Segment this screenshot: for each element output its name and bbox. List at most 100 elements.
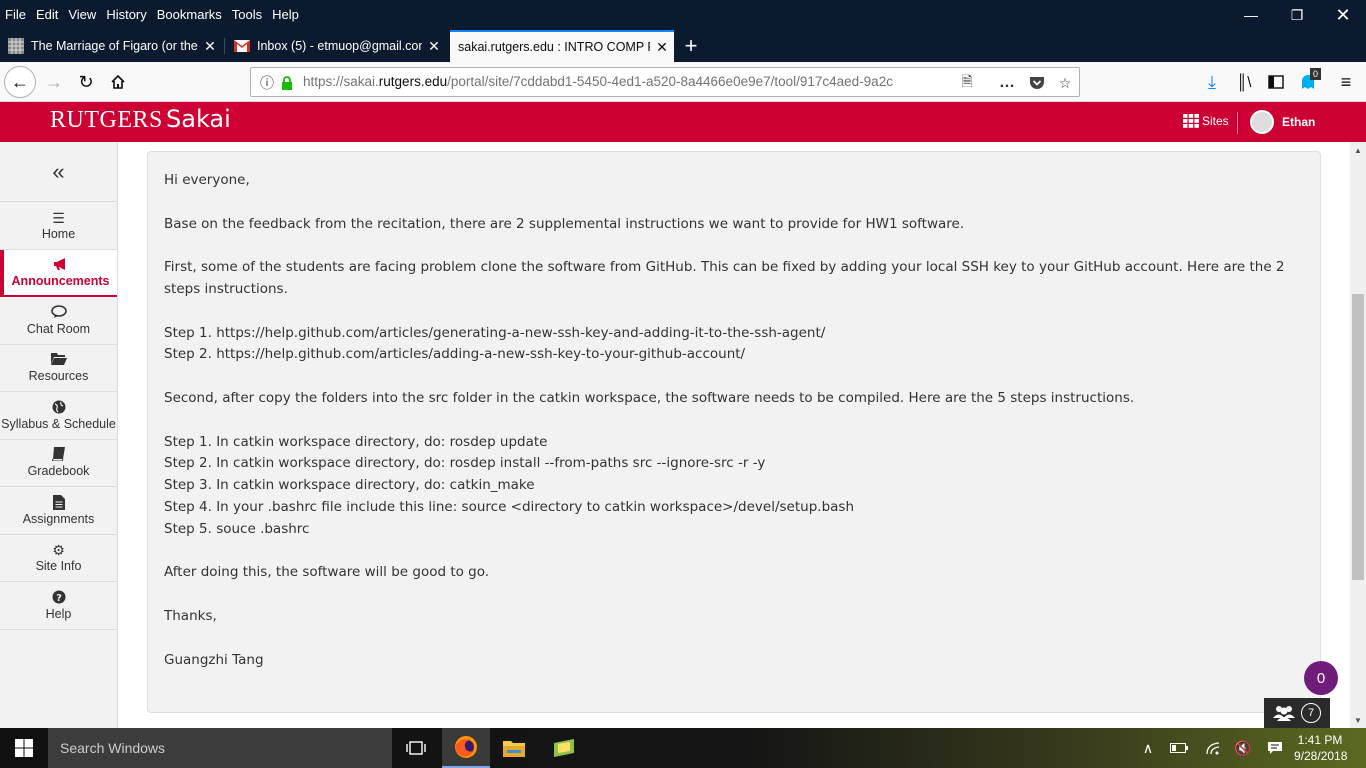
windows-logo-icon [15,739,33,757]
tab-sakai[interactable]: sakai.rutgers.edu : INTRO COMP RO ✕ [450,30,674,62]
battery-icon[interactable] [1168,728,1190,768]
second-step-2: Step 2. In catkin workspace directory, d… [164,455,766,472]
reader-view-icon[interactable]: 🗎 [957,73,977,93]
bookmark-star-icon[interactable]: ☆ [1055,73,1075,93]
file-explorer-button[interactable] [490,728,538,768]
forward-button[interactable]: → [38,66,70,98]
menu-file[interactable]: File [0,5,31,25]
hamburger-icon: ≡ [1340,71,1352,92]
scroll-thumb[interactable] [1352,294,1364,580]
sidebar-item-home[interactable]: ☰ Home [0,202,117,250]
presence-widget[interactable]: 7 [1264,698,1330,728]
action-center-icon[interactable] [1264,728,1286,768]
menu-help[interactable]: Help [267,5,304,25]
page-scrollbar[interactable]: ▲ ▼ [1350,142,1366,728]
tool-sidebar: « ☰ Home Announcements Chat Room Resourc… [0,142,118,728]
start-button[interactable] [0,728,48,768]
tray-expand-icon[interactable]: ∧ [1138,728,1158,768]
tab-close-icon[interactable]: ✕ [198,38,222,55]
announcement-text: Hi everyone, Base on the feedback from t… [164,170,1304,671]
presence-count: 7 [1301,703,1321,723]
chat-icon [50,304,67,322]
menu-tools[interactable]: Tools [227,5,267,25]
info-icon[interactable]: ⓘ [257,73,277,93]
taskbar-search[interactable]: Search Windows [48,728,392,768]
menu-bookmarks[interactable]: Bookmarks [152,5,227,25]
url-text[interactable]: https://sakai.rutgers.edu/portal/site/7c… [303,74,923,89]
gear-icon: ⚙ [52,542,65,559]
sidebar-icon [1268,75,1284,89]
app-icon [554,739,574,757]
arrow-right-icon: → [45,71,63,92]
tab-close-icon[interactable]: ✕ [650,39,674,56]
sidebar-item-gradebook[interactable]: Gradebook [0,440,117,487]
sidebar-item-chat-room[interactable]: Chat Room [0,297,117,345]
first-step-1: Step 1. https://help.github.com/articles… [164,324,826,341]
menu-history[interactable]: History [101,5,151,25]
scroll-down-arrow-icon[interactable]: ▼ [1350,712,1366,728]
sidebar-item-help[interactable]: ? Help [0,582,117,630]
sidebar-item-announcements[interactable]: Announcements [0,249,117,297]
download-icon: ⤓ [1208,71,1216,92]
notification-badge[interactable]: 0 [1304,661,1338,695]
globe-icon [52,400,66,417]
volume-muted-icon[interactable]: 🔇 [1232,728,1254,768]
windows-taskbar: Search Windows ∧ 🔇 1:41 PM 9/28/2018 [0,728,1366,768]
announcement-first: First, some of the students are facing p… [164,259,1285,297]
sakai-logo[interactable]: Sakai [166,105,231,133]
downloads-button[interactable]: ⤓ [1196,66,1228,98]
home-button[interactable] [102,66,134,98]
wifi-icon[interactable] [1202,728,1224,768]
rutgers-logo[interactable]: RUTGERS [50,107,163,134]
avatar [1250,110,1274,134]
question-icon: ? [52,590,66,607]
app-taskbar-button[interactable] [540,728,588,768]
figaro-favicon-icon [8,38,24,54]
sidebar-item-assignments[interactable]: Assignments [0,487,117,535]
extension-button[interactable]: 0 [1292,66,1324,98]
svg-text:?: ? [56,593,62,604]
tab-close-icon[interactable]: ✕ [422,38,446,55]
back-button[interactable]: ← [4,66,36,98]
menu-button[interactable]: ≡ [1330,66,1362,98]
announcement-intro: Base on the feedback from the recitation… [164,215,965,232]
first-step-2: Step 2. https://help.github.com/articles… [164,346,746,363]
menu-edit[interactable]: Edit [31,5,63,25]
url-bar[interactable]: ⓘ https://sakai.rutgers.edu/portal/site/… [250,67,1080,97]
library-icon: ║\ [1236,73,1252,91]
restore-button[interactable]: ❐ [1274,0,1320,30]
arrow-left-icon: ← [11,71,29,92]
sidebar-item-site-info[interactable]: ⚙ Site Info [0,535,117,582]
tab-figaro[interactable]: The Marriage of Figaro (or the Fol ✕ [0,30,222,62]
collapse-sidebar-button[interactable]: « [0,142,117,202]
user-menu[interactable]: Ethan [1250,110,1315,134]
gmail-favicon-icon [234,38,250,54]
minimize-button[interactable]: ― [1228,0,1274,30]
menu-bar: File Edit View History Bookmarks Tools H… [0,0,1366,30]
task-view-icon [406,741,426,755]
sidebar-item-resources[interactable]: Resources [0,345,117,392]
task-view-button[interactable] [392,728,440,768]
reload-button[interactable]: ↻ [70,66,102,98]
library-button[interactable]: ║\ [1228,66,1260,98]
tab-gmail[interactable]: Inbox (5) - etmuop@gmail.com ✕ [226,30,446,62]
grid-icon [1183,114,1199,128]
firefox-taskbar-button[interactable] [442,728,490,768]
lock-icon[interactable] [277,73,297,93]
list-icon: ☰ [52,209,65,226]
second-step-5: Step 5. souce .bashrc [164,520,310,537]
sidebar-item-syllabus[interactable]: Syllabus & Schedule [0,392,117,440]
menu-view[interactable]: View [63,5,101,25]
new-tab-button[interactable]: + [678,30,704,62]
pocket-icon[interactable] [1027,73,1047,93]
close-window-button[interactable]: ✕ [1320,0,1366,30]
announcement-thanks: Thanks, [164,607,217,624]
main-content: Hi everyone, Base on the feedback from t… [118,142,1350,728]
scroll-up-arrow-icon[interactable]: ▲ [1350,142,1366,158]
page-actions-icon[interactable]: … [997,73,1017,93]
file-explorer-icon [503,741,525,757]
announcement-body: Hi everyone, Base on the feedback from t… [147,151,1321,713]
taskbar-clock[interactable]: 1:41 PM 9/28/2018 [1294,732,1347,764]
sites-button[interactable]: Sites [1183,114,1229,128]
sidebar-toggle-button[interactable] [1260,66,1292,98]
